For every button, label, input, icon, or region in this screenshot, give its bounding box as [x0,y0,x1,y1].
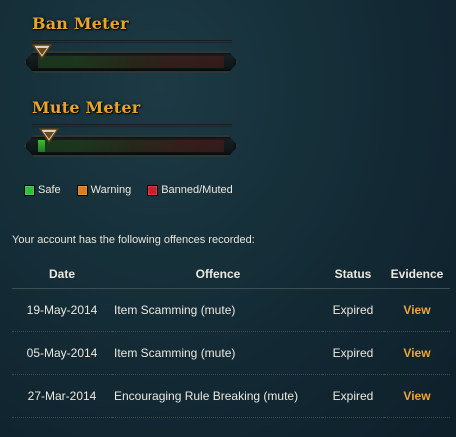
banned-swatch-icon [147,184,159,196]
table-row: 05-May-2014 Item Scamming (mute) Expired… [12,331,450,375]
warning-swatch-icon [76,184,88,196]
mute-meter-divider [32,124,232,127]
header-offence: Offence [112,262,322,289]
meter-legend: Safe Warning Banned/Muted [24,184,233,196]
view-evidence-link[interactable]: View [403,389,430,403]
legend-label-warning: Warning [90,184,132,196]
mute-meter-track [38,140,224,152]
row-date: 27-Mar-2014 [12,374,112,418]
legend-label-banned: Banned/Muted [161,184,233,196]
legend-item-banned: Banned/Muted [147,184,233,196]
legend-label-safe: Safe [38,184,61,196]
table-row: 19-May-2014 Item Scamming (mute) Expired… [12,288,450,332]
ban-meter-divider [32,40,232,43]
safe-swatch-icon [24,184,35,196]
offences-intro-text: Your account has the following offences … [12,234,255,246]
ban-meter-bar [24,51,238,73]
row-status: Expired [322,374,384,418]
view-evidence-link[interactable]: View [403,303,430,317]
ban-meter-track [38,56,224,68]
view-evidence-link[interactable]: View [403,346,430,360]
row-offence: Item Scamming (mute) [112,288,322,332]
mute-meter-title: Mute Meter [32,98,141,117]
mute-meter-pointer-icon [39,128,59,144]
row-status: Expired [322,331,384,375]
header-date: Date [12,262,112,289]
row-offence: Item Scamming (mute) [112,331,322,375]
header-status: Status [322,262,384,289]
offences-table: Date Offence Status Evidence 19-May-2014… [12,262,450,418]
table-header-row: Date Offence Status Evidence [12,262,450,289]
legend-item-warning: Warning [76,184,132,196]
legend-item-safe: Safe [24,184,61,196]
row-offence: Encouraging Rule Breaking (mute) [112,374,322,418]
row-date: 19-May-2014 [12,288,112,332]
ban-meter-pointer-icon [32,44,52,60]
table-row: 27-Mar-2014 Encouraging Rule Breaking (m… [12,374,450,418]
row-date: 05-May-2014 [12,331,112,375]
row-status: Expired [322,288,384,332]
header-evidence: Evidence [384,262,450,289]
ban-meter-title: Ban Meter [32,14,129,33]
